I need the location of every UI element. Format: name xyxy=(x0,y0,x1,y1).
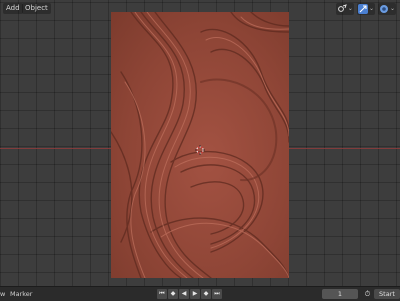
chevron-down-icon: ⌄ xyxy=(389,5,395,12)
current-frame-field[interactable]: 1 xyxy=(322,289,358,299)
viewport-header: Add Object ⌄ ⌄ ⌄ xyxy=(0,0,400,16)
add-menu[interactable]: Add xyxy=(3,3,23,14)
prev-keyframe-icon[interactable]: ◆ xyxy=(168,289,178,299)
transform-pivot-icon xyxy=(338,4,347,12)
playback-controls: ⏮ ◆ ◀ ▶ ◆ ⏭ xyxy=(157,289,222,299)
overlay-dropdown[interactable]: ⌄ xyxy=(377,3,396,15)
timeline-bar: w Marker ⏮ ◆ ◀ ▶ ◆ ⏭ 1 ⏱ Start xyxy=(0,286,400,301)
clock-icon[interactable]: ⏱ xyxy=(363,289,372,299)
object-menu[interactable]: Object xyxy=(22,3,51,14)
start-frame-field[interactable]: Start xyxy=(374,289,400,299)
jump-end-icon[interactable]: ⏭ xyxy=(212,289,222,299)
3d-cursor-icon[interactable] xyxy=(195,145,205,155)
pivot-dropdown[interactable]: ⌄ xyxy=(335,3,354,15)
gizmo-icon xyxy=(357,4,368,14)
next-keyframe-icon[interactable]: ◆ xyxy=(201,289,211,299)
view-menu[interactable]: w xyxy=(0,289,5,299)
marker-menu[interactable]: Marker xyxy=(10,289,32,299)
chevron-down-icon: ⌄ xyxy=(347,5,353,12)
header-right-controls: ⌄ ⌄ ⌄ xyxy=(335,3,396,15)
chevron-down-icon: ⌄ xyxy=(368,5,374,12)
jump-start-icon[interactable]: ⏮ xyxy=(157,289,167,299)
overlay-icon xyxy=(379,5,388,13)
3d-viewport[interactable]: Add Object ⌄ ⌄ ⌄ xyxy=(0,0,400,286)
gizmo-dropdown[interactable]: ⌄ xyxy=(356,3,375,15)
play-icon[interactable]: ▶ xyxy=(190,289,200,299)
play-reverse-icon[interactable]: ◀ xyxy=(179,289,189,299)
